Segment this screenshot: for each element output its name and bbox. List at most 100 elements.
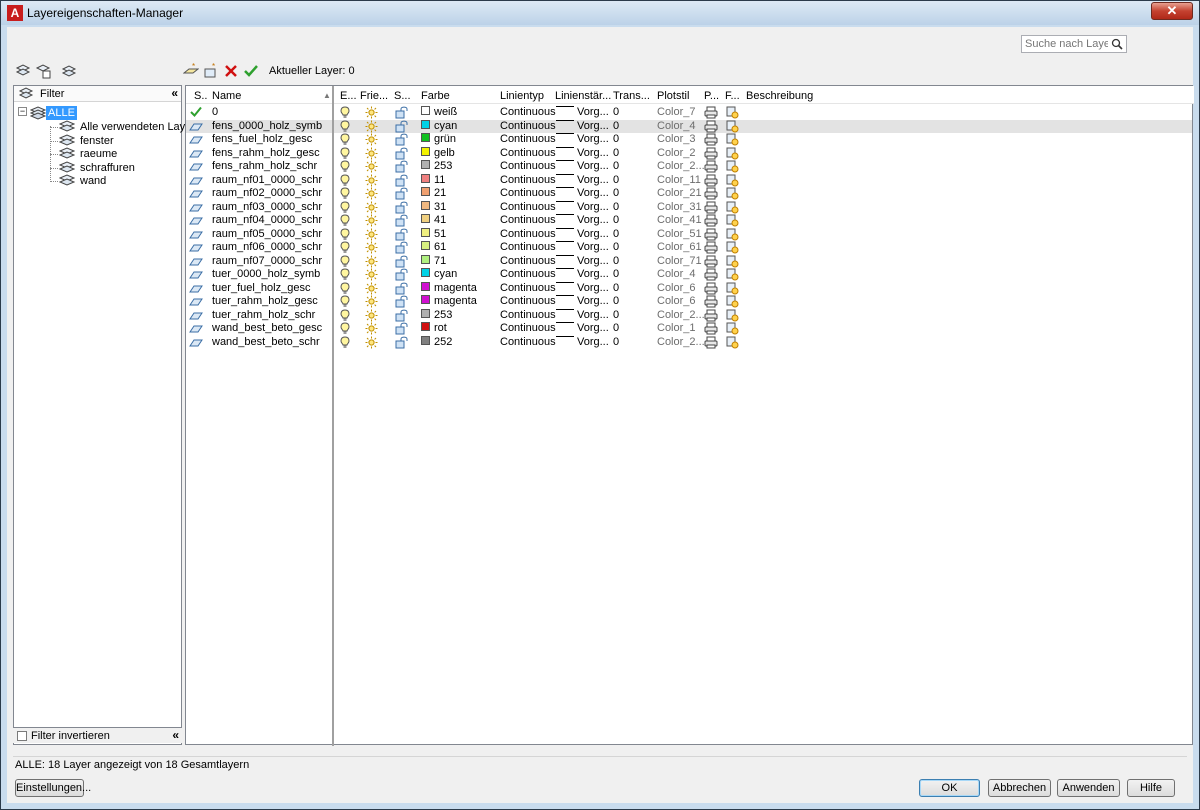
tree-node-wand[interactable]: wand xyxy=(48,174,178,188)
col-color[interactable]: Farbe xyxy=(421,90,450,102)
viewport-freeze-icon[interactable] xyxy=(726,255,739,268)
viewport-freeze-icon[interactable] xyxy=(726,106,739,119)
padlock-open-icon[interactable] xyxy=(395,120,409,133)
printer-icon[interactable] xyxy=(704,174,718,187)
padlock-open-icon[interactable] xyxy=(395,295,409,308)
col-description[interactable]: Beschreibung xyxy=(746,90,813,102)
viewport-freeze-icon[interactable] xyxy=(726,336,739,349)
color-swatch[interactable] xyxy=(421,187,430,196)
viewport-freeze-icon[interactable] xyxy=(726,201,739,214)
printer-icon[interactable] xyxy=(704,336,718,349)
padlock-open-icon[interactable] xyxy=(395,228,409,241)
transparency[interactable]: 0 xyxy=(613,214,619,227)
lineweight[interactable]: Vorg... xyxy=(577,147,609,160)
col-freeze[interactable]: Frie... xyxy=(360,90,388,102)
color-swatch[interactable] xyxy=(421,295,430,304)
lineweight[interactable]: Vorg... xyxy=(577,322,609,335)
transparency[interactable]: 0 xyxy=(613,322,619,335)
plot-style[interactable]: Color_6 xyxy=(657,295,696,308)
layer-sheet-icon[interactable] xyxy=(189,243,203,253)
color-name[interactable]: 41 xyxy=(434,214,446,227)
color-name[interactable]: cyan xyxy=(434,120,457,133)
color-swatch[interactable] xyxy=(421,106,430,115)
new-layer-vp-frozen-icon[interactable]: * xyxy=(203,63,219,79)
plot-style[interactable]: Color_21 xyxy=(657,187,702,200)
viewport-freeze-icon[interactable] xyxy=(726,120,739,133)
printer-icon[interactable] xyxy=(704,160,718,173)
color-name[interactable]: 71 xyxy=(434,255,446,268)
lineweight[interactable]: Vorg... xyxy=(577,255,609,268)
layer-name[interactable]: fens_rahm_holz_gesc xyxy=(212,147,320,160)
color-swatch[interactable] xyxy=(421,281,430,291)
sun-icon[interactable] xyxy=(365,255,378,268)
linetype[interactable]: Continuous xyxy=(500,322,556,335)
linetype[interactable]: Continuous xyxy=(500,228,556,241)
layer-name[interactable]: raum_nf03_0000_schr xyxy=(212,201,322,214)
padlock-open-icon[interactable] xyxy=(395,174,409,187)
sun-icon[interactable] xyxy=(365,214,378,227)
layer-sheet-icon[interactable] xyxy=(189,189,203,199)
lightbulb-icon[interactable] xyxy=(340,322,350,335)
layer-row[interactable]: fens_0000_holz_symb cyan Continuous Vorg...… xyxy=(186,119,1192,133)
padlock-open-icon[interactable] xyxy=(395,133,409,146)
sun-icon[interactable] xyxy=(365,106,378,119)
linetype[interactable]: Continuous xyxy=(500,160,556,173)
sun-icon[interactable] xyxy=(365,336,378,349)
color-name[interactable]: magenta xyxy=(434,282,477,295)
layer-name[interactable]: raum_nf06_0000_schr xyxy=(212,241,322,254)
new-property-filter-icon[interactable] xyxy=(15,63,31,79)
lightbulb-icon[interactable] xyxy=(340,200,350,214)
col-transparency[interactable]: Trans... xyxy=(613,90,650,102)
viewport-freeze-icon[interactable] xyxy=(726,214,739,227)
layer-sheet-icon[interactable] xyxy=(189,284,203,294)
layer-name[interactable]: tuer_0000_holz_symb xyxy=(212,268,320,281)
sun-icon[interactable] xyxy=(365,228,378,241)
collapse-bottom-icon[interactable]: « xyxy=(172,728,179,742)
transparency[interactable]: 0 xyxy=(613,106,619,119)
sun-icon[interactable] xyxy=(365,309,378,322)
col-new-vp-freeze[interactable]: F... xyxy=(725,90,740,102)
color-name[interactable]: rot xyxy=(434,322,447,335)
padlock-open-icon[interactable] xyxy=(395,201,409,214)
printer-icon[interactable] xyxy=(704,106,718,119)
layer-row[interactable]: tuer_rahm_holz_gesc magenta Continuous Vorg… xyxy=(186,295,1192,308)
viewport-freeze-icon[interactable] xyxy=(726,322,739,335)
padlock-open-icon[interactable] xyxy=(395,106,409,119)
linetype[interactable]: Continuous xyxy=(500,147,556,160)
sun-icon[interactable] xyxy=(365,282,378,295)
invert-filter-checkbox[interactable] xyxy=(17,731,27,741)
color-swatch[interactable] xyxy=(421,160,430,169)
set-current-icon[interactable] xyxy=(243,63,259,79)
lightbulb-icon[interactable] xyxy=(340,335,350,349)
ok-button[interactable]: OK xyxy=(919,779,980,797)
new-layer-icon[interactable]: * xyxy=(183,63,199,79)
layer-sheet-icon[interactable] xyxy=(189,257,203,267)
lightbulb-icon[interactable] xyxy=(340,227,350,241)
color-name[interactable]: 21 xyxy=(434,187,446,200)
layer-name[interactable]: fens_0000_holz_symb xyxy=(212,120,322,133)
sun-icon[interactable] xyxy=(365,120,378,133)
color-swatch[interactable] xyxy=(421,322,430,331)
padlock-open-icon[interactable] xyxy=(395,187,409,200)
apply-button[interactable]: Anwenden xyxy=(1057,779,1120,797)
lineweight[interactable]: Vorg... xyxy=(577,268,609,281)
lineweight[interactable]: Vorg... xyxy=(577,174,609,187)
color-name[interactable]: magenta xyxy=(434,295,477,308)
lightbulb-icon[interactable] xyxy=(340,106,350,119)
layer-sheet-icon[interactable] xyxy=(189,203,203,213)
layer-sheet-icon[interactable] xyxy=(189,230,203,240)
sun-icon[interactable] xyxy=(365,241,378,254)
lineweight[interactable]: Vorg... xyxy=(577,187,609,200)
lightbulb-icon[interactable] xyxy=(340,187,350,200)
color-swatch[interactable] xyxy=(421,173,430,183)
lightbulb-icon[interactable] xyxy=(340,254,350,268)
layer-name[interactable]: raum_nf05_0000_schr xyxy=(212,228,322,241)
padlock-open-icon[interactable] xyxy=(395,255,409,268)
layer-row[interactable]: wand_best_beto_gesc rot Continuous Vorg... 0… xyxy=(186,322,1192,335)
layer-sheet-icon[interactable] xyxy=(189,216,203,226)
viewport-freeze-icon[interactable] xyxy=(726,295,739,308)
color-name[interactable]: 31 xyxy=(434,201,446,214)
color-swatch[interactable] xyxy=(421,227,430,237)
tree-node-raeume[interactable]: raeume xyxy=(48,147,178,161)
layer-row[interactable]: 0 weiß Continuous Vorg... 0 Color_7 xyxy=(186,106,1192,119)
